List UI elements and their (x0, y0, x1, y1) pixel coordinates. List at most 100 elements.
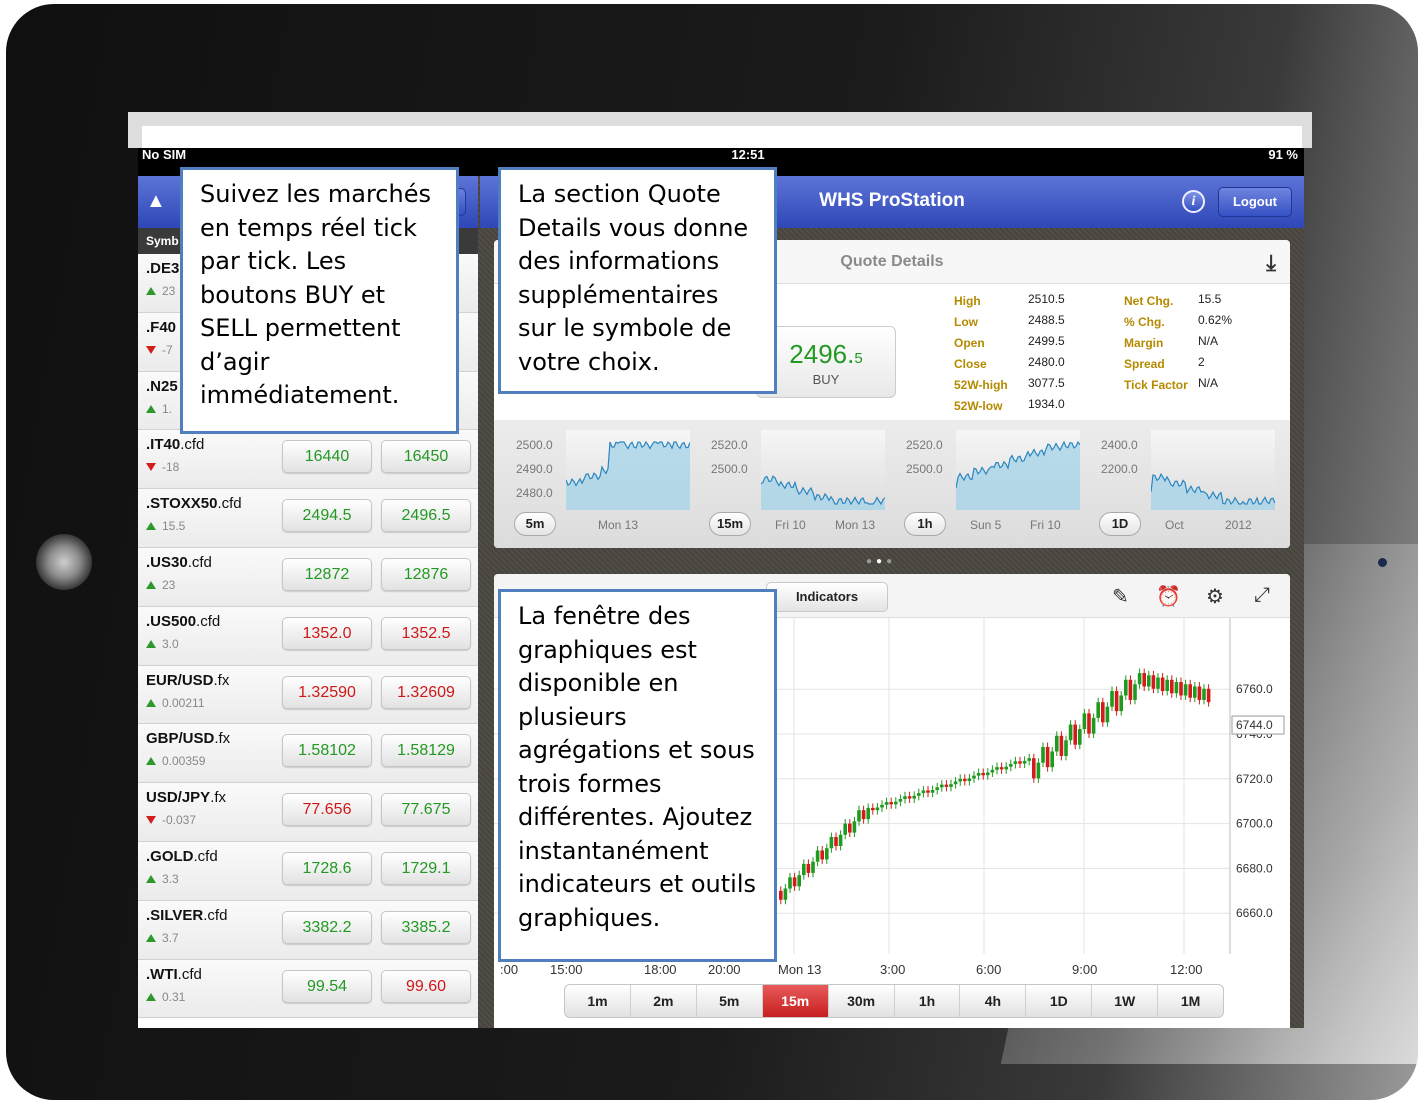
gear-icon[interactable]: ⚙ (1206, 584, 1224, 609)
candle-body (1082, 713, 1087, 730)
candle-body (1188, 684, 1192, 698)
y-tick-label: 6700.0 (1236, 817, 1273, 831)
buy-button[interactable]: 16450 (381, 440, 471, 474)
candle-body (1133, 684, 1137, 700)
timeframe-button-1M[interactable]: 1M (1158, 985, 1223, 1017)
mini-x-label: Mon 13 (835, 518, 876, 532)
stat-label: Tick Factor (1124, 378, 1188, 392)
sell-button[interactable]: 77.656 (282, 793, 372, 827)
candle-body (843, 823, 847, 835)
mini-plot (955, 430, 1081, 510)
change-label: 3.3 (146, 872, 179, 886)
candle-body (1101, 702, 1105, 723)
watchlist-row[interactable]: .SILVER.cfd 3.7 3382.2 3385.2 (138, 900, 478, 960)
timeframe-button-30m[interactable]: 30m (829, 985, 895, 1017)
up-arrow-icon (146, 404, 156, 413)
mini-chart[interactable]: 2500.0 2490.0 2480.0 5m Mon 13 (498, 424, 694, 544)
mini-x-label: Mon 13 (598, 518, 639, 532)
candle-body (921, 790, 926, 794)
page-indicator[interactable]: ●●● (866, 556, 896, 567)
sell-button[interactable]: 16440 (282, 440, 372, 474)
info-button[interactable]: i (1182, 190, 1205, 213)
sell-button[interactable]: 1.58102 (282, 734, 372, 768)
sell-button[interactable]: 1352.0 (282, 616, 372, 650)
timeframe-button-1W[interactable]: 1W (1092, 985, 1159, 1017)
candle-body (871, 807, 875, 811)
mini-y-tick: 2520.0 (906, 438, 943, 452)
chart-logo-icon[interactable]: ▲ (146, 190, 170, 214)
mini-timeframe-button[interactable]: 15m (709, 512, 751, 536)
buy-button[interactable]: 2496.5 (381, 499, 471, 533)
timeframe-button-4h[interactable]: 4h (960, 985, 1027, 1017)
candle-body (935, 787, 939, 790)
indicators-button[interactable]: Indicators (766, 582, 888, 612)
candle-body (802, 863, 806, 876)
stat-label: Open (954, 336, 985, 350)
mini-timeframe-button[interactable]: 1h (904, 512, 946, 536)
stat-value: N/A (1198, 376, 1219, 390)
mini-sparkline (565, 440, 691, 510)
sell-button[interactable]: 1.32590 (282, 675, 372, 709)
mini-timeframe-button[interactable]: 5m (514, 512, 556, 536)
mini-chart[interactable]: 2520.0 2500.0 1h Sun 5 Fri 10 (888, 424, 1084, 544)
buy-button[interactable]: 1.32609 (381, 675, 471, 709)
watchlist-row[interactable]: .GOLD.cfd 3.3 1728.6 1729.1 (138, 841, 478, 901)
watchlist-row[interactable]: .WTI.cfd 0.31 99.54 99.60 (138, 959, 478, 1019)
watchlist-row[interactable]: .STOXX50.cfd 15.5 2494.5 2496.5 (138, 489, 478, 548)
watchlist-row[interactable]: .US500.cfd 3.0 1352.0 1352.5 (138, 606, 478, 666)
candle-body (852, 821, 857, 833)
mini-y-tick: 2500.0 (906, 462, 943, 476)
sell-button[interactable]: 12872 (282, 557, 372, 591)
timeframe-button-2m[interactable]: 2m (631, 985, 697, 1017)
candle-body (1022, 760, 1027, 764)
candle-body (848, 823, 852, 833)
watchlist-row[interactable]: USD/JPY.fx -0.037 77.656 77.675 (138, 783, 478, 842)
sell-button[interactable]: 99.54 (282, 969, 372, 1003)
x-tick-label: Mon 13 (778, 962, 821, 977)
mini-chart[interactable]: 2400.0 2200.0 1D Oct 2012 (1083, 424, 1279, 544)
timeframe-button-1m[interactable]: 1m (565, 985, 631, 1017)
candle-body (1055, 735, 1059, 752)
sell-button[interactable]: 3382.2 (282, 910, 372, 944)
timeframe-bar: 1m 2m 5m 15m 30m 1h 4h 1D 1W 1M (564, 984, 1224, 1018)
buy-button[interactable]: 99.60 (381, 969, 471, 1003)
timeframe-button-1D[interactable]: 1D (1026, 985, 1093, 1017)
candle-body (1137, 673, 1142, 685)
timeframe-button-1h[interactable]: 1h (895, 985, 961, 1017)
quote-buy-button[interactable]: 2496.5 BUY (756, 326, 896, 398)
candle-body (838, 834, 843, 846)
down-arrow-icon (146, 816, 156, 825)
change-label: 3.7 (146, 931, 179, 945)
buy-button[interactable]: 1729.1 (381, 851, 471, 885)
mini-chart[interactable]: 2520.0 2500.0 15m Fri 10 Mon 13 (693, 424, 889, 544)
logout-button[interactable]: Logout (1218, 187, 1292, 217)
buy-button[interactable]: 12876 (381, 557, 471, 591)
mini-timeframe-button[interactable]: 1D (1099, 512, 1141, 536)
up-arrow-icon (146, 287, 156, 295)
watchlist-row[interactable]: .US30.cfd 23 12872 12876 (138, 547, 478, 607)
timeframe-button-15m[interactable]: 15m (762, 985, 829, 1017)
symbol-label: .US30.cfd (146, 553, 212, 571)
alarm-icon[interactable]: ⏰ (1156, 584, 1181, 609)
up-arrow-icon (146, 933, 156, 942)
candle-body (953, 781, 958, 785)
fullscreen-icon[interactable]: ⤢ (1254, 584, 1270, 607)
sell-button[interactable]: 2494.5 (282, 499, 372, 533)
buy-button[interactable]: 3385.2 (381, 910, 471, 944)
candle-body (857, 810, 861, 822)
watchlist-row[interactable]: .IT40.cfd -18 16440 16450 (138, 430, 478, 490)
mini-plot (1150, 430, 1276, 510)
watchlist-row[interactable]: GBP/USD.fx 0.00359 1.58102 1.58129 (138, 724, 478, 784)
stat-label: Low (954, 315, 978, 329)
candle-body (815, 850, 820, 862)
candle-body (1197, 686, 1202, 700)
pencil-icon[interactable]: ✎ (1112, 584, 1129, 609)
timeframe-button-5m[interactable]: 5m (697, 985, 763, 1017)
buy-button[interactable]: 77.675 (381, 793, 471, 827)
buy-button[interactable]: 1.58129 (381, 734, 471, 768)
sell-button[interactable]: 1728.6 (282, 851, 372, 885)
download-icon[interactable]: ⤓ (1266, 250, 1276, 276)
buy-button[interactable]: 1352.5 (381, 616, 471, 650)
watchlist-row[interactable]: EUR/USD.fx 0.00211 1.32590 1.32609 (138, 665, 478, 725)
change-label: 1. (146, 402, 172, 416)
